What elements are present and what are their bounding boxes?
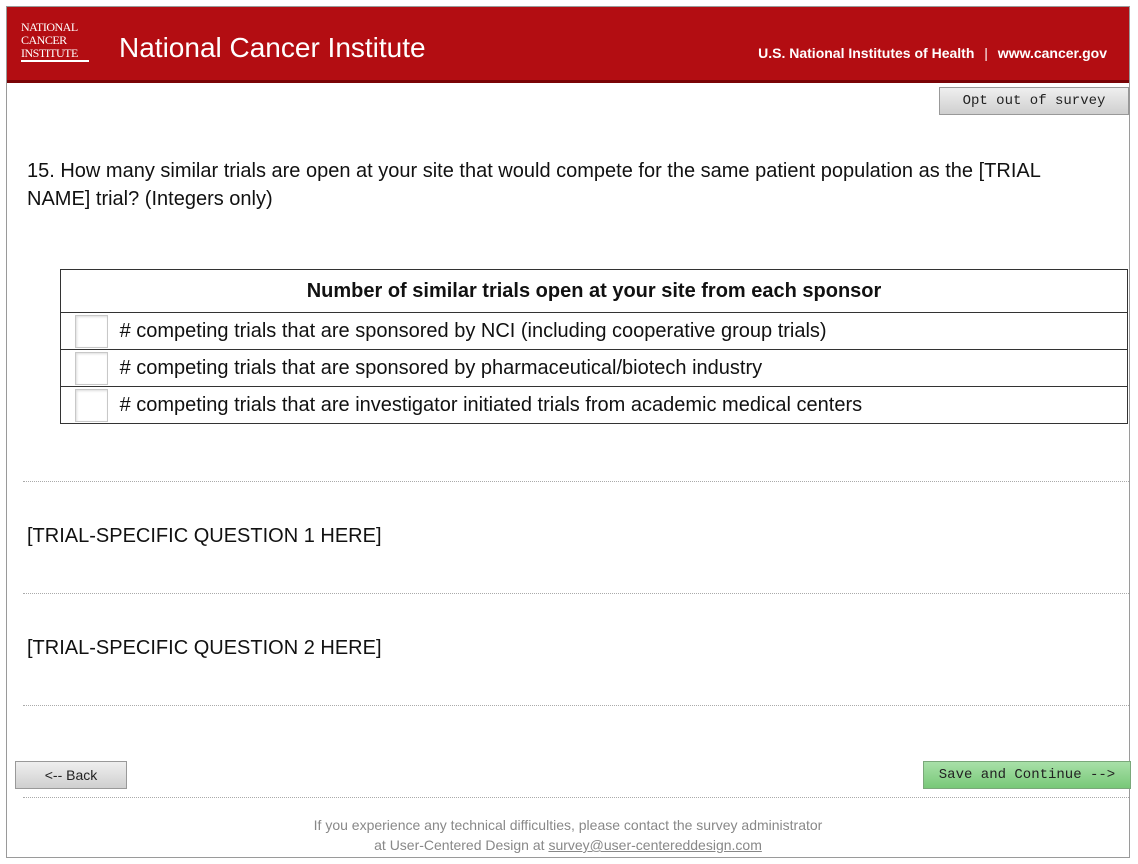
row-label: # competing trials that are sponsored by…: [119, 319, 827, 342]
footer-line: If you experience any technical difficul…: [313, 817, 823, 833]
table-row: # competing trials that are investigator…: [60, 386, 1128, 424]
academic-count-input[interactable]: [75, 388, 108, 422]
nih-link[interactable]: U.S. National Institutes of Health: [758, 45, 974, 61]
row-label: # competing trials that are investigator…: [119, 393, 863, 416]
header-separator: |: [984, 45, 988, 61]
save-and-continue-button[interactable]: Save and Continue -->: [923, 761, 1131, 789]
row-label: # competing trials that are sponsored by…: [119, 356, 763, 379]
nci-count-input[interactable]: [75, 314, 108, 348]
trial-question-2: [TRIAL-SPECIFIC QUESTION 2 HERE]: [27, 637, 382, 659]
nci-logo: NATIONAL CANCER INSTITUTE: [21, 21, 93, 65]
footer-line: at User-Centered Design at survey@user-c…: [7, 835, 1129, 855]
question-text: 15. How many similar trials are open at …: [27, 160, 1041, 210]
back-button[interactable]: <-- Back: [15, 761, 127, 789]
table-row: # competing trials that are sponsored by…: [60, 349, 1128, 387]
table-row: # competing trials that are sponsored by…: [60, 312, 1128, 350]
site-header: NATIONAL CANCER INSTITUTE National Cance…: [7, 7, 1129, 83]
industry-count-input[interactable]: [75, 351, 108, 385]
survey-page: NATIONAL CANCER INSTITUTE National Cance…: [6, 6, 1131, 858]
footer-prefix: at User-Centered Design at: [374, 837, 545, 853]
divider: [23, 481, 1129, 482]
support-email-link[interactable]: survey@user-centereddesign.com: [548, 837, 761, 853]
sponsor-table-header: Number of similar trials open at your si…: [60, 269, 1128, 313]
logo-line: INSTITUTE: [21, 47, 89, 62]
nih-links: U.S. National Institutes of Health | www…: [758, 45, 1107, 61]
divider: [23, 797, 1129, 798]
divider: [23, 705, 1129, 706]
opt-out-button[interactable]: Opt out of survey: [939, 87, 1129, 115]
brand-title: National Cancer Institute: [119, 32, 426, 63]
cancer-gov-link[interactable]: www.cancer.gov: [998, 45, 1107, 61]
sponsor-table: Number of similar trials open at your si…: [60, 269, 1128, 424]
divider: [23, 593, 1129, 594]
footer: If you experience any technical difficul…: [7, 815, 1129, 855]
trial-question-1: [TRIAL-SPECIFIC QUESTION 1 HERE]: [27, 525, 382, 547]
